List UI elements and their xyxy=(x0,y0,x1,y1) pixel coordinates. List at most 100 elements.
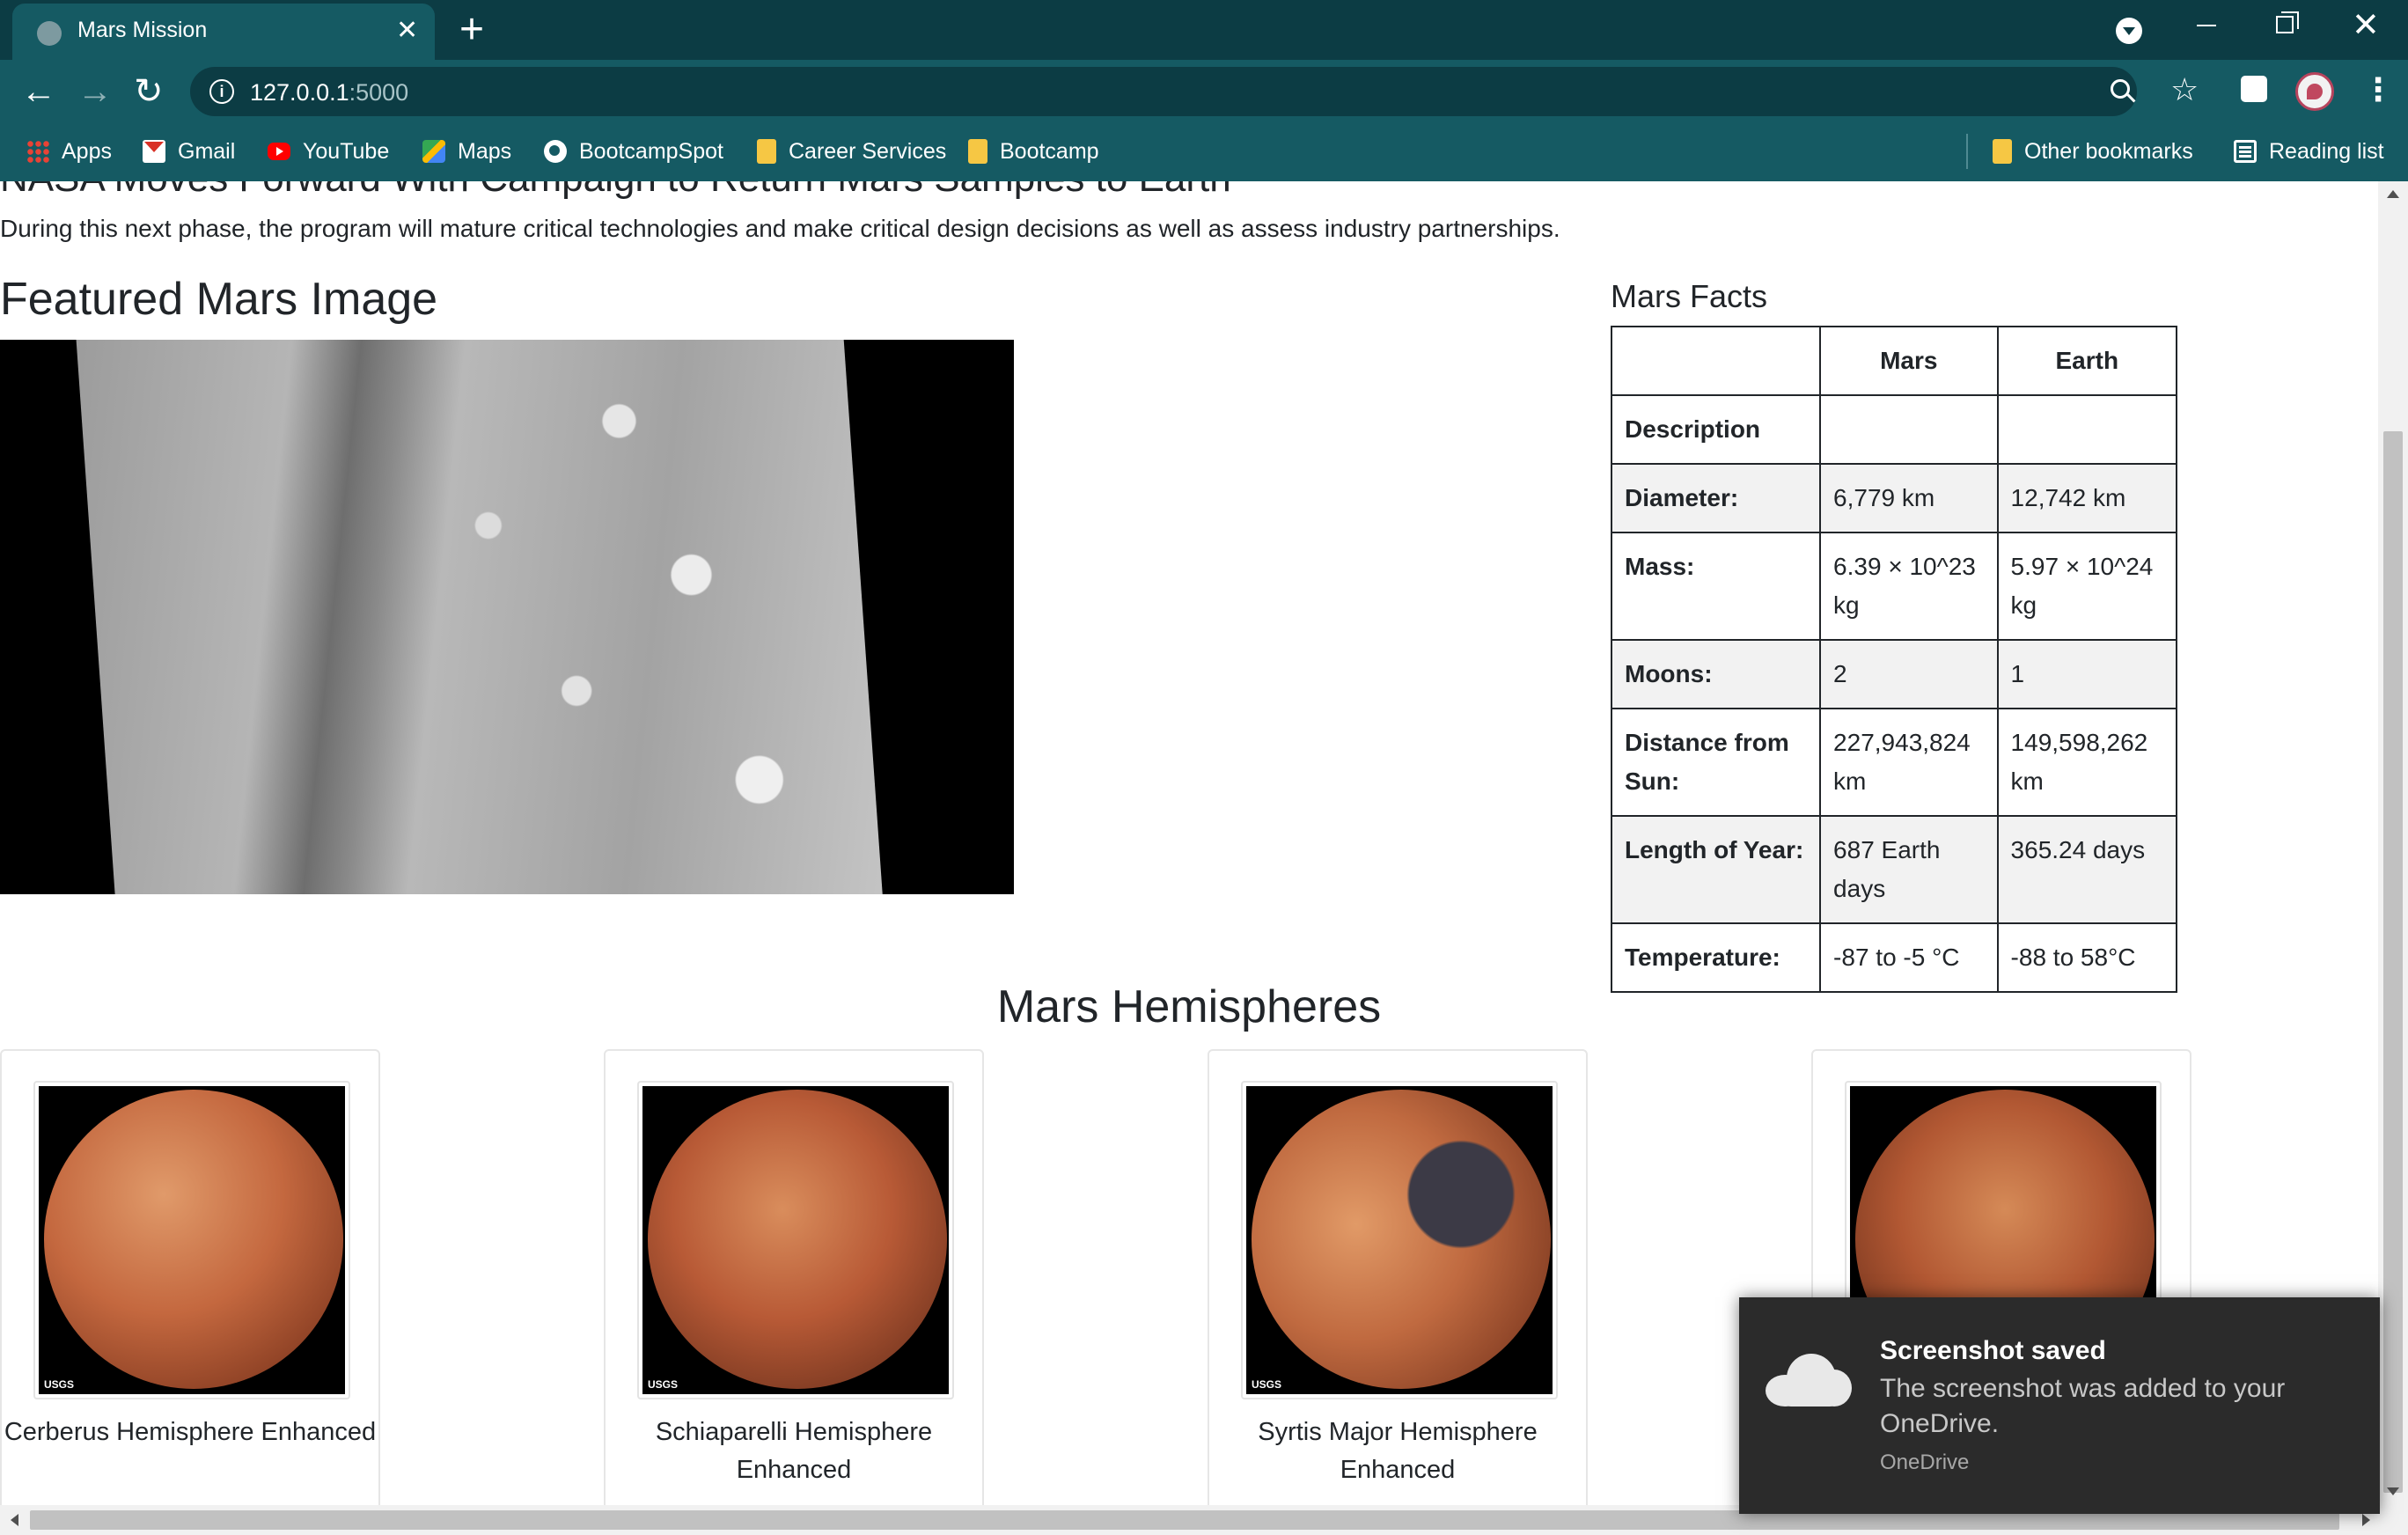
table-row: Distance from Sun: 227,943,824 km 149,59… xyxy=(1610,708,2178,817)
bookmark-youtube[interactable]: YouTube xyxy=(268,136,389,167)
table-header-cell: Mars xyxy=(1819,326,1999,396)
notification-heading: Screenshot saved xyxy=(1880,1336,2106,1365)
mars-value xyxy=(1819,394,1999,465)
notification-body: The screenshot was added to your OneDriv… xyxy=(1880,1374,2286,1438)
tab-search-icon[interactable] xyxy=(2116,18,2142,44)
scroll-right-arrow-icon[interactable] xyxy=(2362,1514,2370,1526)
screenshot-saved-notification[interactable]: Screenshot saved The screenshot was adde… xyxy=(1739,1297,2380,1514)
row-label: Diameter: xyxy=(1610,463,1822,533)
bookmark-label: Career Services xyxy=(789,139,947,164)
bookmark-star-icon[interactable]: ☆ xyxy=(2170,72,2199,107)
bookmark-bootcampspot[interactable]: BootcampSpot xyxy=(544,136,723,167)
mars-value: 227,943,824 km xyxy=(1819,708,1999,817)
tab-strip: Mars Mission ✕ + ✕ xyxy=(0,0,2408,60)
earth-value: 5.97 × 10^24 kg xyxy=(1996,532,2178,641)
hemisphere-thumbnail[interactable]: USGS xyxy=(1241,1081,1558,1399)
row-label: Description xyxy=(1610,394,1822,465)
kebab-menu-icon[interactable]: ⋮ xyxy=(2362,70,2394,109)
bookmark-label: Bootcamp xyxy=(1000,139,1099,164)
earth-value: 365.24 days xyxy=(1996,815,2178,924)
mars-facts-table: Mars Earth Description Diameter: 6,779 k… xyxy=(1610,326,2178,993)
back-arrow-icon[interactable]: ← xyxy=(21,72,56,111)
minimize-icon[interactable] xyxy=(2197,25,2216,26)
featured-image-title: Featured Mars Image xyxy=(0,274,438,325)
hemisphere-title[interactable]: Syrtis Major Hemisphere Enhanced xyxy=(1209,1414,1586,1489)
row-label: Mass: xyxy=(1610,532,1822,641)
bookmark-other-bookmarks[interactable]: Other bookmarks xyxy=(1993,136,2193,167)
table-row: Length of Year: 687 Earth days 365.24 da… xyxy=(1610,815,2178,924)
mars-value: 6,779 km xyxy=(1819,463,1999,533)
bookmark-label: Apps xyxy=(62,139,112,164)
table-row: Mass: 6.39 × 10^23 kg 5.97 × 10^24 kg xyxy=(1610,532,2178,641)
row-label: Distance from Sun: xyxy=(1610,708,1822,817)
mars-globe xyxy=(44,1090,343,1389)
tab-mars-mission[interactable]: Mars Mission ✕ xyxy=(12,4,435,60)
table-header-cell xyxy=(1610,326,1822,396)
bookmark-label: YouTube xyxy=(303,139,390,164)
url-text[interactable]: 127.0.0.1:5000 xyxy=(250,79,408,106)
zoom-icon[interactable] xyxy=(2111,79,2136,104)
hemisphere-card-schiaparelli[interactable]: USGS Schiaparelli Hemisphere Enhanced xyxy=(604,1049,984,1505)
table-header-row: Mars Earth xyxy=(1610,326,2178,396)
url-host: 127.0.0.1 xyxy=(250,79,349,106)
hemisphere-title[interactable]: Schiaparelli Hemisphere Enhanced xyxy=(606,1414,982,1489)
table-row: Description xyxy=(1610,394,2178,465)
mars-globe xyxy=(1252,1090,1551,1389)
address-bar[interactable]: i 127.0.0.1:5000 xyxy=(190,67,2137,116)
mars-value: 2 xyxy=(1819,639,1999,709)
forward-arrow-icon[interactable]: → xyxy=(77,72,113,111)
new-tab-button[interactable]: + xyxy=(459,7,484,53)
hemisphere-image: USGS xyxy=(642,1086,949,1394)
window-close-icon[interactable]: ✕ xyxy=(2352,7,2380,44)
row-label: Length of Year: xyxy=(1610,815,1822,924)
notification-source: OneDrive xyxy=(1880,1451,1970,1474)
reading-list-icon xyxy=(2234,140,2257,163)
profile-avatar[interactable] xyxy=(2295,72,2334,111)
folder-icon xyxy=(757,139,776,164)
hemisphere-card-cerberus[interactable]: USGS Cerberus Hemisphere Enhanced xyxy=(0,1049,380,1505)
restore-icon[interactable] xyxy=(2276,11,2299,33)
onedrive-cloud-icon xyxy=(1766,1354,1852,1406)
usgs-logo: USGS xyxy=(1252,1378,1282,1391)
bookmark-label: BootcampSpot xyxy=(579,139,723,164)
browser-toolbar: ← → ↻ i 127.0.0.1:5000 ☆ ⋮ xyxy=(0,60,2408,123)
featured-mars-image xyxy=(0,340,1014,894)
bookmark-label: Reading list xyxy=(2269,139,2384,164)
globe-icon xyxy=(37,21,62,46)
close-icon[interactable]: ✕ xyxy=(396,16,418,46)
extensions-puzzle-icon[interactable] xyxy=(2241,76,2267,102)
bookmark-career-services[interactable]: Career Services xyxy=(757,136,946,167)
usgs-logo: USGS xyxy=(44,1378,75,1391)
mars-surface-strip xyxy=(75,340,885,894)
bookmark-maps[interactable]: Maps xyxy=(422,136,511,167)
bookmarks-bar: Apps Gmail YouTube Maps BootcampSpot Car… xyxy=(0,123,2408,181)
hemisphere-thumbnail[interactable]: USGS xyxy=(637,1081,954,1399)
mars-facts-title: Mars Facts xyxy=(1611,278,1768,314)
info-icon[interactable]: i xyxy=(209,79,234,104)
earth-value: 12,742 km xyxy=(1996,463,2178,533)
vertical-scroll-thumb[interactable] xyxy=(2383,431,2403,1493)
earth-value: 149,598,262 km xyxy=(1996,708,2178,817)
scroll-left-arrow-icon[interactable] xyxy=(11,1514,18,1526)
folder-icon xyxy=(1993,139,2012,164)
hemisphere-thumbnail[interactable]: USGS xyxy=(33,1081,350,1399)
tab-title: Mars Mission xyxy=(77,18,208,42)
hemisphere-image: USGS xyxy=(1246,1086,1553,1394)
vertical-scrollbar[interactable] xyxy=(2378,181,2408,1505)
scroll-down-arrow-icon[interactable] xyxy=(2387,1487,2399,1495)
row-label: Moons: xyxy=(1610,639,1822,709)
news-paragraph: During this next phase, the program will… xyxy=(0,215,1560,242)
scroll-up-arrow-icon[interactable] xyxy=(2387,190,2399,198)
bookmark-label: Maps xyxy=(458,139,512,164)
bookmark-apps[interactable]: Apps xyxy=(26,136,112,167)
reading-list-button[interactable]: Reading list xyxy=(2234,136,2384,167)
reload-icon[interactable]: ↻ xyxy=(134,72,164,111)
bookmark-label: Gmail xyxy=(178,139,236,164)
hemispheres-title: Mars Hemispheres xyxy=(996,981,1382,1032)
bookmark-gmail[interactable]: Gmail xyxy=(143,136,235,167)
maps-icon xyxy=(422,140,445,163)
earth-value: 1 xyxy=(1996,639,2178,709)
bookmark-bootcamp[interactable]: Bootcamp xyxy=(968,136,1099,167)
hemisphere-title[interactable]: Cerberus Hemisphere Enhanced xyxy=(2,1414,378,1451)
hemisphere-card-syrtis-major[interactable]: USGS Syrtis Major Hemisphere Enhanced xyxy=(1208,1049,1588,1505)
